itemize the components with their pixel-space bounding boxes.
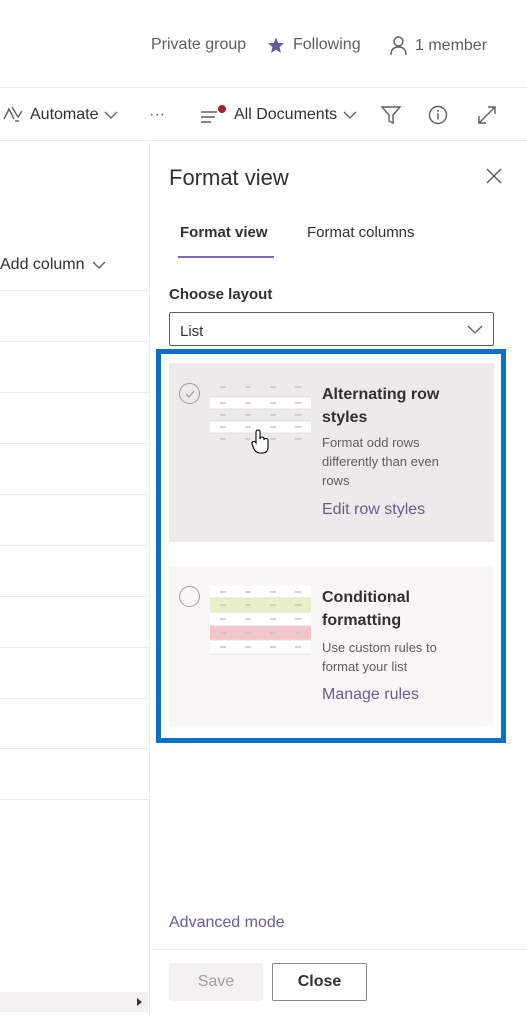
chevron-down-icon — [467, 325, 483, 334]
row-divider — [0, 596, 150, 597]
row-divider — [0, 392, 150, 393]
advanced-mode-link[interactable]: Advanced mode — [169, 914, 285, 932]
row-divider — [0, 799, 150, 800]
following-label: Following — [293, 36, 361, 53]
close-icon[interactable] — [484, 166, 504, 186]
chevron-down-icon — [105, 111, 118, 119]
row-divider — [0, 290, 150, 291]
members-label: 1 member — [415, 37, 488, 54]
row-divider — [0, 341, 150, 342]
add-column-label: Add column — [0, 256, 85, 273]
automate-icon — [3, 106, 23, 122]
filter-button[interactable] — [380, 103, 402, 127]
info-icon — [428, 105, 448, 125]
command-bar: Automate ··· All Documents — [0, 89, 527, 141]
layout-dropdown[interactable]: List — [169, 312, 494, 346]
chevron-down-icon — [343, 111, 357, 119]
more-label: ··· — [149, 106, 165, 123]
scroll-right-arrow-icon[interactable] — [137, 998, 142, 1006]
tab-format-columns[interactable]: Format columns — [307, 224, 415, 241]
choose-layout-label: Choose layout — [169, 286, 273, 303]
document-list: Add column — [0, 142, 150, 1015]
footer-divider — [150, 949, 527, 950]
row-divider — [0, 647, 150, 648]
privacy-label: Private group — [151, 36, 246, 54]
row-divider — [0, 545, 150, 546]
close-button[interactable]: Close — [272, 963, 367, 1001]
automate-label: Automate — [30, 106, 99, 123]
active-tab-indicator — [178, 256, 274, 258]
site-header: Private group Following 1 member — [0, 0, 527, 88]
row-divider — [0, 494, 150, 495]
row-divider — [0, 698, 150, 699]
privacy-text: Private group — [151, 36, 247, 53]
following-button[interactable]: Following — [267, 36, 361, 54]
add-column-button[interactable]: Add column — [0, 256, 106, 274]
star-icon — [268, 37, 284, 53]
chevron-down-icon — [92, 261, 105, 269]
info-button[interactable] — [428, 103, 448, 127]
filter-icon — [380, 106, 402, 125]
format-view-panel: Format view Format view Format columns C… — [150, 142, 527, 1015]
view-options-icon — [201, 105, 226, 123]
panel-title: Format view — [169, 165, 289, 190]
save-button[interactable]: Save — [169, 963, 263, 1001]
row-divider — [0, 748, 150, 749]
members-button[interactable]: 1 member — [390, 36, 487, 56]
person-icon — [390, 36, 407, 56]
layout-dropdown-value: List — [180, 323, 204, 340]
view-name-label: All Documents — [234, 106, 338, 123]
horizontal-scrollbar[interactable] — [0, 992, 148, 1012]
more-button[interactable]: ··· — [149, 103, 165, 127]
row-divider — [0, 443, 150, 444]
tab-format-view[interactable]: Format view — [180, 224, 268, 241]
highlight-annotation-box — [156, 349, 506, 743]
expand-button[interactable] — [477, 103, 497, 127]
automate-menu[interactable]: Automate — [2, 103, 118, 127]
expand-icon — [478, 106, 496, 124]
view-switcher[interactable]: All Documents — [200, 103, 357, 127]
